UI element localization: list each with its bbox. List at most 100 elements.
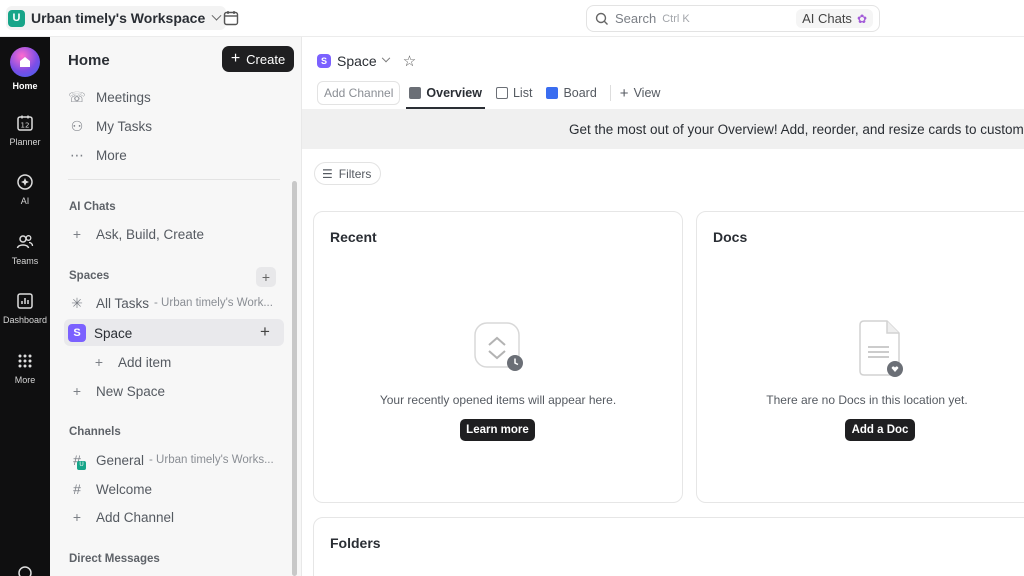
- add-doc-button[interactable]: Add a Doc: [845, 419, 915, 441]
- recent-card: Recent Your recently opened items will a…: [313, 211, 683, 503]
- tab-label: List: [512, 86, 533, 100]
- workspace-logo: U: [8, 9, 25, 27]
- space-add-button[interactable]: +: [260, 322, 270, 342]
- more-icon: ⋯: [70, 146, 84, 163]
- svg-text:12: 12: [21, 122, 30, 130]
- rail-help[interactable]: [0, 563, 50, 576]
- add-channel-button[interactable]: + Add Channel: [68, 505, 174, 529]
- tab-board[interactable]: Board: [543, 79, 599, 107]
- sidebar-item-sublabel: - Urban timely's Work...: [154, 297, 273, 309]
- sidebar-item-label: Welcome: [96, 481, 153, 497]
- sidebar-item-sublabel: - Urban timely's Works...: [149, 454, 274, 466]
- search-bar[interactable]: Search Ctrl K AI Chats ✿: [586, 5, 880, 32]
- search-placeholder: Search: [615, 11, 657, 26]
- filters-button[interactable]: ☰ Filters: [314, 162, 382, 185]
- sidebar-item-my-tasks[interactable]: ⚇ My Tasks: [68, 114, 152, 138]
- hash-icon: #: [73, 481, 81, 497]
- recent-empty-text: Your recently opened items will appear h…: [379, 393, 617, 407]
- create-button[interactable]: + Create: [222, 46, 294, 72]
- rail-teams[interactable]: Teams: [0, 232, 50, 266]
- calendar-icon[interactable]: [222, 9, 240, 27]
- sidebar-item-space[interactable]: S Space: [68, 321, 132, 345]
- space-badge: S: [317, 54, 331, 68]
- plus-icon: +: [72, 383, 82, 399]
- tab-label: View: [633, 86, 661, 100]
- plus-icon: +: [72, 509, 82, 525]
- sidebar-item-label: More: [96, 147, 127, 163]
- sidebar-item-label: Add item: [118, 354, 172, 370]
- filter-icon: ☰: [322, 166, 333, 181]
- plus-icon: +: [619, 84, 629, 102]
- sidebar-item-channel-welcome[interactable]: # Welcome: [68, 477, 152, 501]
- workspace-name: Urban timely's Workspace: [31, 10, 206, 26]
- divider: [609, 85, 611, 101]
- ask-build-create[interactable]: + Ask, Build, Create: [68, 222, 204, 246]
- breadcrumb-space: Space: [337, 53, 377, 69]
- channels-heading: Channels: [69, 426, 121, 438]
- new-space-button[interactable]: + New Space: [68, 379, 165, 403]
- chevron-down-icon: [381, 53, 390, 63]
- rail-label: Teams: [11, 256, 39, 266]
- sidebar-item-label: All Tasks: [96, 295, 150, 311]
- nav-rail: Home 12 Planner AI Teams Dashboard More: [0, 37, 50, 576]
- direct-messages-heading: Direct Messages: [69, 553, 160, 565]
- add-space-button[interactable]: +: [256, 267, 276, 287]
- filters-label: Filters: [338, 166, 372, 181]
- folders-card: Folders: [313, 517, 1024, 576]
- board-icon: [546, 87, 559, 99]
- docs-card: Docs There are no Docs in this location …: [696, 211, 1024, 503]
- sidebar-item-label: My Tasks: [96, 118, 153, 134]
- star-icon[interactable]: ☆: [403, 52, 416, 70]
- banner-text: Get the most out of your Overview! Add, …: [569, 121, 1024, 137]
- tab-label: Board: [563, 86, 597, 100]
- card-title: Recent: [330, 229, 377, 245]
- sidebar-item-more[interactable]: ⋯ More: [68, 143, 127, 167]
- breadcrumb[interactable]: S Space ☆: [317, 52, 416, 70]
- sidebar: Home + Create ☏ Meetings ⚇ My Tasks ⋯ Mo…: [50, 37, 302, 576]
- phone-icon: ☏: [68, 88, 86, 105]
- dashboard-icon: [17, 293, 33, 309]
- home-icon: [10, 47, 40, 77]
- rail-dashboard[interactable]: Dashboard: [0, 291, 50, 325]
- ai-icon: [17, 174, 33, 190]
- main-content: S Space ☆ Add Channel Overview List Boar…: [302, 37, 1024, 576]
- sparkle-icon: ✿: [856, 11, 867, 26]
- grid-icon: [18, 354, 32, 368]
- view-tabs: Add Channel Overview List Board + View: [317, 79, 671, 109]
- ai-chats-button[interactable]: AI Chats ✿: [796, 9, 873, 28]
- sidebar-item-meetings[interactable]: ☏ Meetings: [68, 85, 151, 109]
- sidebar-scrollbar[interactable]: [292, 181, 297, 576]
- search-shortcut: Ctrl K: [662, 12, 690, 25]
- rail-ai[interactable]: AI: [0, 172, 50, 206]
- sidebar-item-label: Meetings: [96, 89, 151, 105]
- plus-icon: +: [72, 226, 82, 242]
- add-view-button[interactable]: + View: [617, 79, 664, 107]
- ai-chats-heading: AI Chats: [69, 201, 116, 213]
- sidebar-item-all-tasks[interactable]: ✳ All Tasks - Urban timely's Work...: [68, 291, 273, 315]
- sidebar-item-label: Space: [94, 325, 133, 341]
- top-bar: U Urban timely's Workspace Search Ctrl K…: [0, 0, 1024, 37]
- rail-planner[interactable]: 12 Planner: [0, 113, 50, 147]
- rail-label: Planner: [9, 137, 41, 147]
- tab-list[interactable]: List: [493, 79, 535, 107]
- tab-overview[interactable]: Overview: [406, 79, 485, 109]
- chevron-down-icon: [211, 10, 222, 21]
- list-icon: [495, 87, 508, 99]
- space-badge: S: [68, 324, 86, 342]
- sidebar-item-channel-general[interactable]: # U General - Urban timely's Works...: [68, 448, 274, 472]
- search-icon: [595, 12, 608, 25]
- rail-home[interactable]: Home: [0, 47, 50, 91]
- workspace-switcher[interactable]: U Urban timely's Workspace: [6, 6, 227, 30]
- calendar-icon: 12: [17, 115, 33, 131]
- plus-icon: +: [94, 354, 104, 370]
- rail-label: AI: [20, 196, 30, 206]
- rail-more[interactable]: More: [0, 351, 50, 385]
- add-channel-tab[interactable]: Add Channel: [317, 81, 401, 105]
- info-banner: Get the most out of your Overview! Add, …: [302, 109, 1024, 149]
- sidebar-item-label: Add Channel: [96, 509, 175, 525]
- learn-more-button[interactable]: Learn more: [460, 419, 535, 441]
- plus-icon: +: [230, 50, 241, 67]
- sidebar-title: Home: [68, 52, 110, 69]
- doc-empty-icon: [857, 319, 909, 379]
- add-item-button[interactable]: + Add item: [90, 350, 171, 374]
